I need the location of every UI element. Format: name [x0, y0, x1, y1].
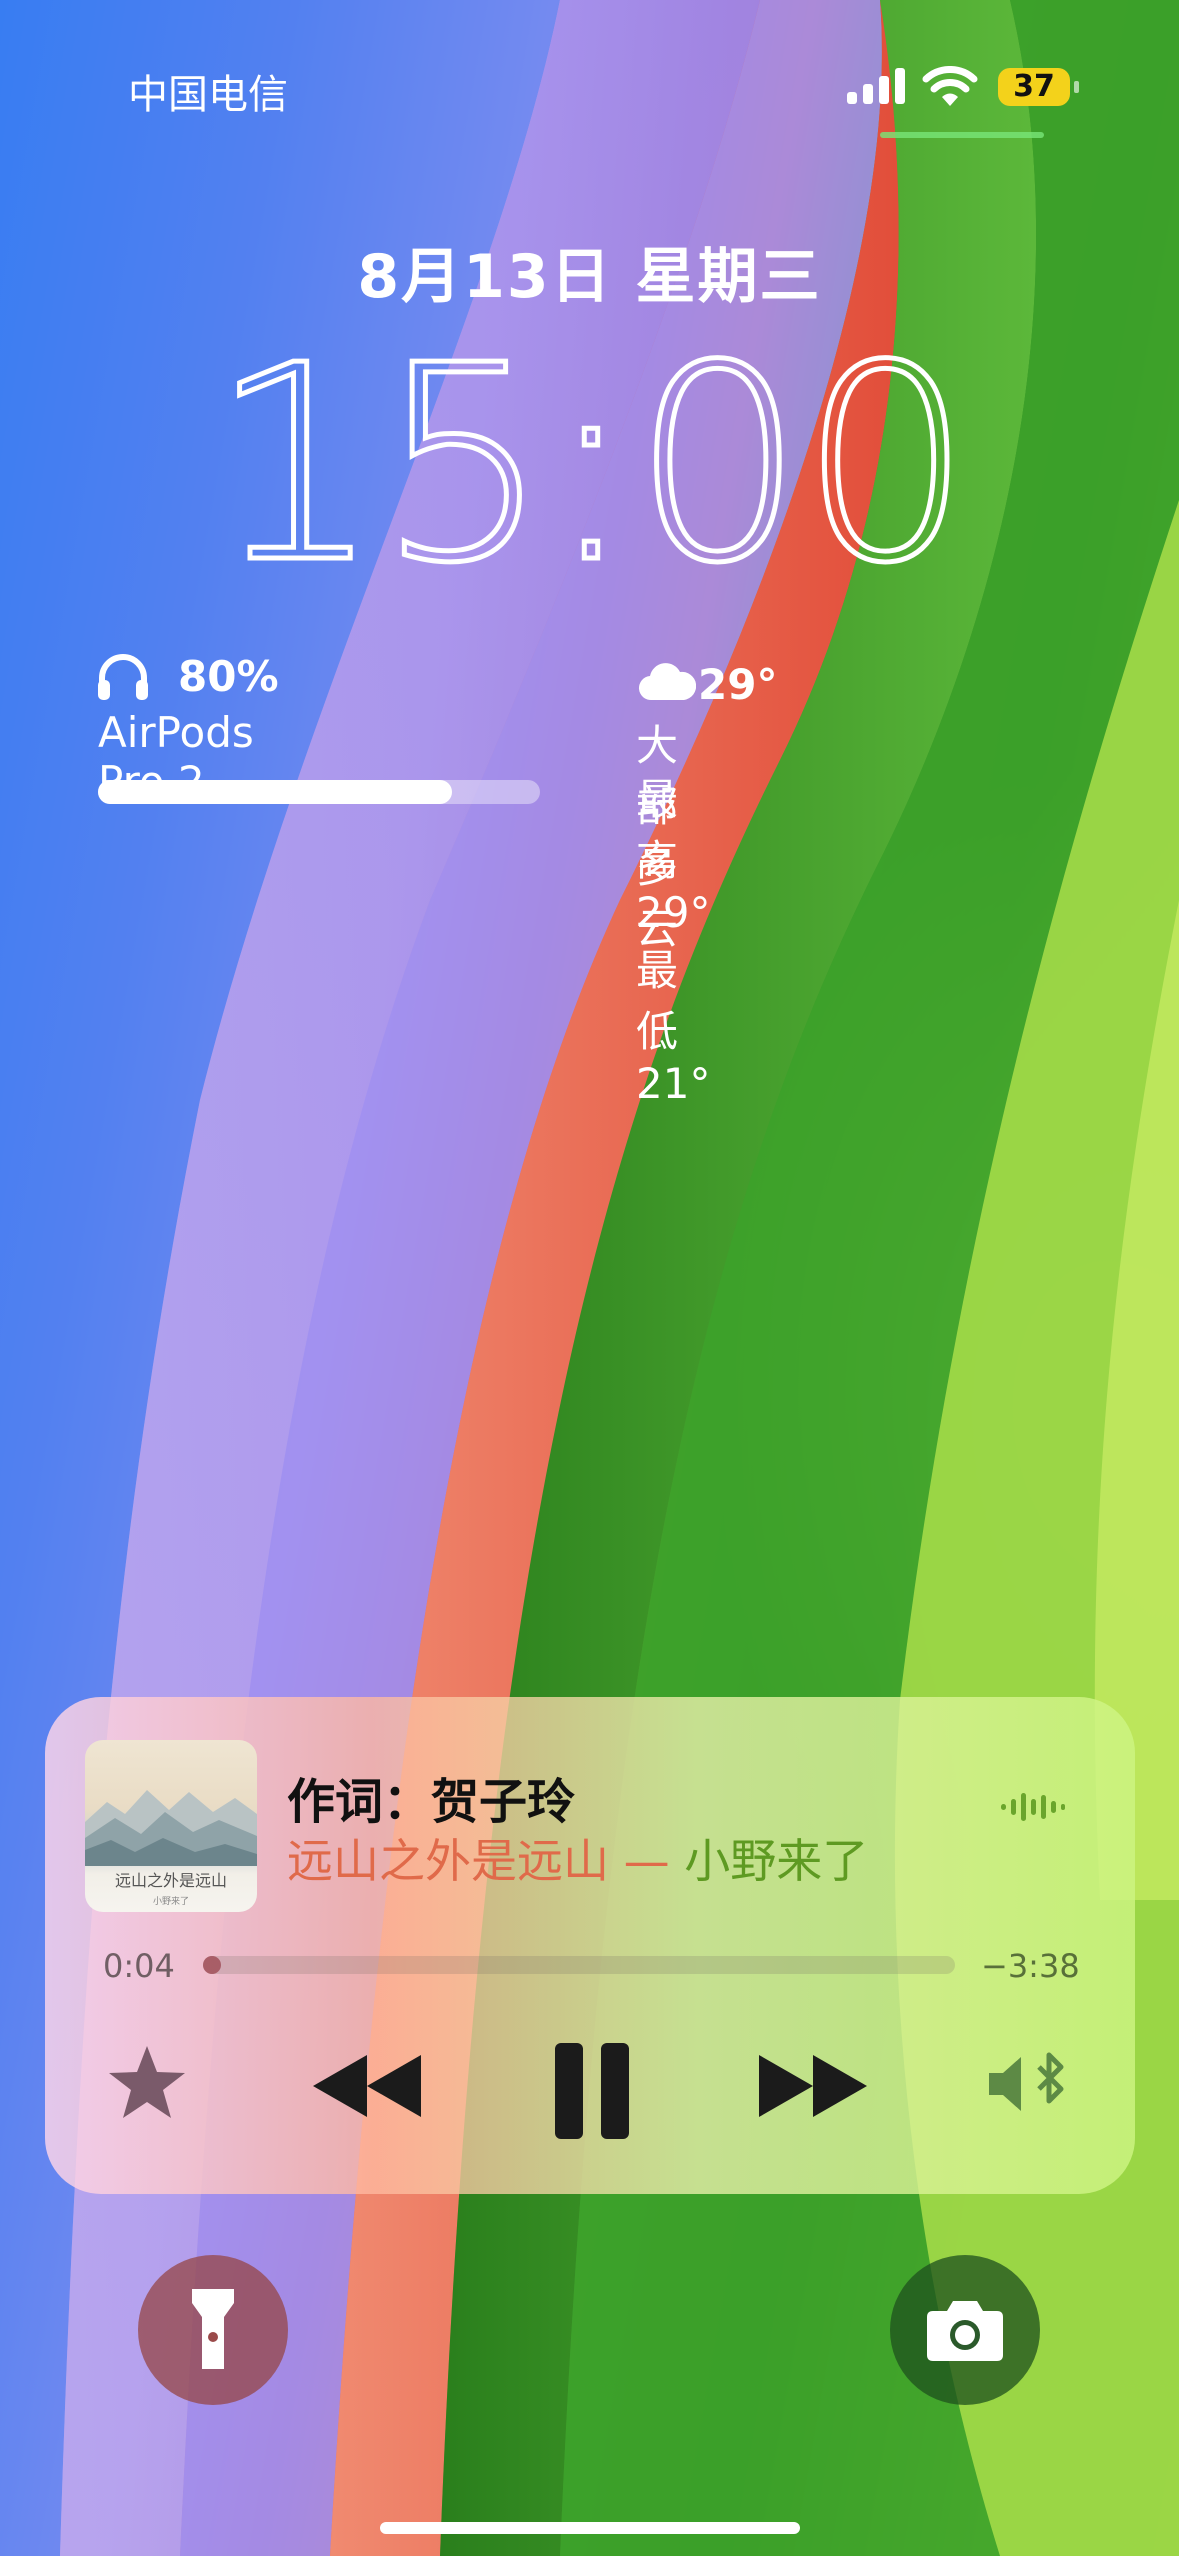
battery-icon: 37	[998, 68, 1070, 106]
airpods-battery-fill	[98, 780, 452, 804]
now-playing-widget[interactable]: 远山之外是远山 小野来了 作词：贺子玲 远山之外是远山 — 小野来了 0:04 …	[45, 1697, 1135, 2194]
star-icon[interactable]	[107, 2044, 187, 2124]
remaining-time: −3:38	[981, 1947, 1080, 1985]
camera-button[interactable]	[890, 2255, 1040, 2405]
rewind-icon[interactable]	[313, 2055, 423, 2121]
battery-cap	[1074, 81, 1079, 93]
svg-text:远山之外是远山: 远山之外是远山	[115, 1871, 227, 1890]
camera-icon	[927, 2301, 1003, 2361]
carrier-label: 中国电信	[128, 72, 288, 118]
now-playing-subtitle: 远山之外是远山 — 小野来了	[287, 1825, 868, 1891]
album-artwork[interactable]: 远山之外是远山 小野来了	[85, 1740, 257, 1912]
wifi-icon	[922, 66, 978, 112]
elapsed-time: 0:04	[103, 1947, 175, 1985]
subtitle-separator: —	[609, 1834, 685, 1888]
status-bar: 中国电信 37	[0, 60, 1179, 120]
clock-digits: 15:00	[210, 348, 968, 588]
artist-name: 小野来了	[684, 1834, 869, 1888]
audio-waveform-icon	[1001, 1789, 1065, 1829]
lock-clock[interactable]: 15:00	[0, 305, 1179, 625]
scrubber-progress	[203, 1956, 222, 1974]
cellular-signal-icon	[847, 68, 907, 108]
notification-indicator	[880, 132, 1044, 138]
playback-scrubber[interactable]	[203, 1956, 955, 1974]
weather-range: 最高 29° 最低 21°	[636, 775, 711, 1108]
pause-icon[interactable]	[553, 2043, 633, 2143]
now-playing-title: 作词：贺子玲	[287, 1774, 576, 1830]
fast-forward-icon[interactable]	[759, 2055, 869, 2121]
flashlight-icon	[192, 2289, 234, 2369]
headphones-icon	[96, 652, 150, 704]
weather-temperature: 29°	[698, 660, 778, 709]
home-indicator[interactable]	[380, 2522, 800, 2534]
svg-text:小野来了: 小野来了	[153, 1896, 189, 1907]
lock-date: 8月13日 星期三	[357, 242, 822, 312]
airpods-battery-bar	[98, 780, 540, 804]
airpods-battery-percent: 80%	[178, 652, 279, 701]
flashlight-button[interactable]	[138, 2255, 288, 2405]
cloud-icon	[638, 662, 697, 706]
song-name: 远山之外是远山	[287, 1834, 609, 1888]
bluetooth-speaker-icon[interactable]	[987, 2049, 1079, 2123]
